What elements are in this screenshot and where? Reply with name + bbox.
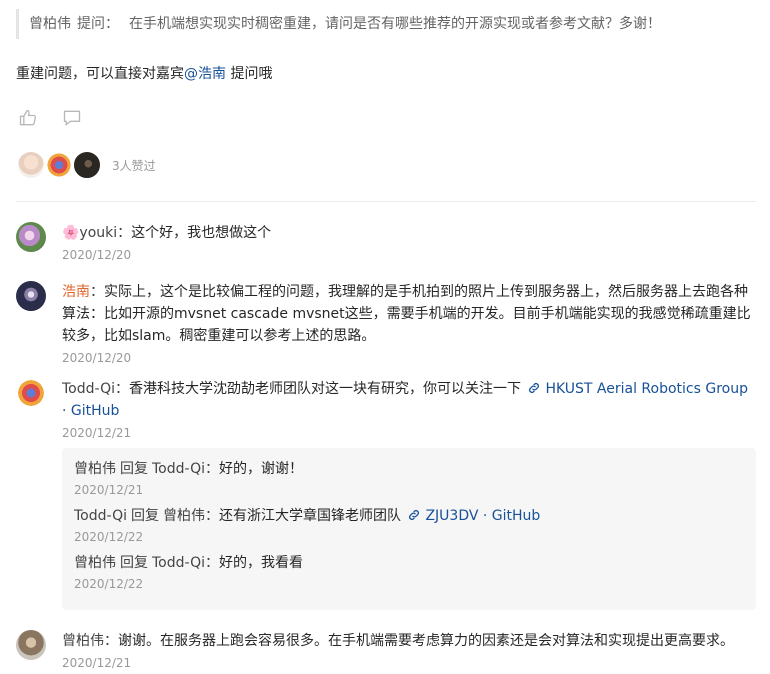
external-link[interactable]: ZJU3DV · GitHub xyxy=(405,508,540,524)
action-bar xyxy=(16,106,84,130)
answer-suffix: 提问哦 xyxy=(226,66,273,82)
comment-date: 2020/12/21 xyxy=(62,656,132,670)
likes-count[interactable]: 3人赞过 xyxy=(112,157,156,174)
reply-word: 回复 xyxy=(131,508,159,524)
reply-thread: 曾柏伟 回复 Todd-Qi：好的，谢谢！ 2020/12/21 Todd-Qi 回复… xyxy=(62,448,756,610)
comment-icon xyxy=(63,110,81,126)
reply-to[interactable]: Todd-Qi xyxy=(152,555,205,571)
comment-text: 🌸youki：这个好，我也想做这个 xyxy=(62,225,272,241)
comment-content: 香港科技大学沈劭劼老师团队对这一块有研究，你可以关注一下 xyxy=(129,381,521,397)
answer-prefix: 重建问题，可以直接对嘉宾 xyxy=(16,66,184,82)
comment-content: 实际上，这个是比较偏工程的问题，我理解的是手机拍到的照片上传到服务器上，然后服务… xyxy=(62,284,751,344)
avatar[interactable] xyxy=(16,378,46,408)
reply-date: 2020/12/22 xyxy=(74,577,144,591)
comment-text: 浩南：实际上，这个是比较偏工程的问题，我理解的是手机拍到的照片上传到服务器上，然… xyxy=(62,284,751,344)
reply-content: 好的，谢谢！ xyxy=(219,461,303,477)
avatar[interactable] xyxy=(16,630,46,660)
external-link-text[interactable]: ZJU3DV · GitHub xyxy=(425,508,540,524)
reply-item: 曾柏伟 回复 Todd-Qi：好的，谢谢！ 2020/12/21 xyxy=(74,458,744,500)
thumbs-up-icon xyxy=(19,109,37,126)
link-icon xyxy=(529,383,540,393)
reply-date: 2020/12/22 xyxy=(74,530,144,544)
divider xyxy=(16,201,756,202)
reply-from[interactable]: 曾柏伟 xyxy=(74,555,116,571)
likers-row: 3人赞过 xyxy=(16,150,156,180)
comment-text: Todd-Qi：香港科技大学沈劭劼老师团队对这一块有研究，你可以关注一下 HKU… xyxy=(62,381,748,419)
reply-date: 2020/12/21 xyxy=(74,483,144,497)
reply-content: 还有浙江大学章国锋老师团队 xyxy=(219,508,401,524)
reply-from[interactable]: Todd-Qi xyxy=(74,508,127,524)
like-button[interactable] xyxy=(16,106,40,130)
reply-word: 回复 xyxy=(120,461,148,477)
comment-date: 2020/12/20 xyxy=(62,351,132,365)
reply-item: 曾柏伟 回复 Todd-Qi：好的，我看看 2020/12/22 xyxy=(74,552,744,594)
mention-link[interactable]: @浩南 xyxy=(184,66,226,82)
reply-content: 好的，我看看 xyxy=(219,555,303,571)
link-icon xyxy=(409,510,420,520)
quote-label: 提问： xyxy=(77,16,119,32)
comment-item: 曾柏伟：谢谢。在服务器上跑会容易很多。在手机端需要考虑算力的因素还是会对算法和实… xyxy=(16,630,756,673)
avatar[interactable] xyxy=(16,222,46,252)
liker-avatar[interactable] xyxy=(72,150,102,180)
comment-content: 这个好，我也想做这个 xyxy=(131,225,272,241)
avatar[interactable] xyxy=(16,281,46,311)
comment-date: 2020/12/21 xyxy=(62,426,132,440)
reply-to[interactable]: 曾柏伟 xyxy=(163,508,205,524)
quote-text: 在手机端想实现实时稠密重建，请问是否有哪些推荐的开源实现或者参考文献？多谢！ xyxy=(129,16,661,32)
comment-author[interactable]: 🌸youki xyxy=(62,225,117,241)
comment-text: 曾柏伟：谢谢。在服务器上跑会容易很多。在手机端需要考虑算力的因素还是会对算法和实… xyxy=(62,633,734,649)
quoted-question: 曾柏伟 提问： 在手机端想实现实时稠密重建，请问是否有哪些推荐的开源实现或者参考文献… xyxy=(16,9,756,39)
comment-author[interactable]: 浩南 xyxy=(62,284,90,300)
liker-avatar[interactable] xyxy=(16,150,46,180)
comment-item: 浩南：实际上，这个是比较偏工程的问题，我理解的是手机拍到的照片上传到服务器上，然… xyxy=(16,281,756,368)
answer-text: 重建问题，可以直接对嘉宾@浩南 提问哦 xyxy=(16,62,272,86)
comment-author[interactable]: Todd-Qi xyxy=(62,381,115,397)
reply-to[interactable]: Todd-Qi xyxy=(152,461,205,477)
liker-avatar[interactable] xyxy=(44,150,74,180)
comment-content: 谢谢。在服务器上跑会容易很多。在手机端需要考虑算力的因素还是会对算法和实现提出更… xyxy=(118,633,734,649)
comment-author[interactable]: 曾柏伟 xyxy=(62,633,104,649)
comment-button[interactable] xyxy=(60,106,84,130)
comment-item: 🌸youki：这个好，我也想做这个 2020/12/20 xyxy=(16,222,756,265)
reply-word: 回复 xyxy=(120,555,148,571)
reply-from[interactable]: 曾柏伟 xyxy=(74,461,116,477)
comment-item: Todd-Qi：香港科技大学沈劭劼老师团队对这一块有研究，你可以关注一下 HKU… xyxy=(16,378,756,443)
reply-item: Todd-Qi 回复 曾柏伟：还有浙江大学章国锋老师团队 ZJU3DV · GitH… xyxy=(74,505,744,547)
comment-date: 2020/12/20 xyxy=(62,248,132,262)
quote-author[interactable]: 曾柏伟 xyxy=(29,16,71,32)
